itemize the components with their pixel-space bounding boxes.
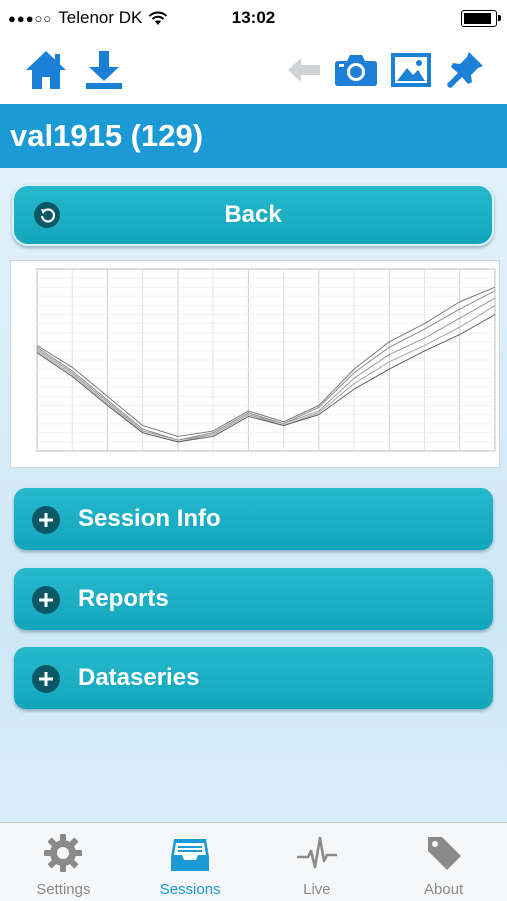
section-label: Session Info: [78, 505, 221, 532]
plus-icon: [32, 665, 60, 693]
download-icon[interactable]: [80, 46, 128, 94]
section-reports[interactable]: Reports: [14, 568, 493, 630]
carrier-label: Telenor DK: [58, 8, 143, 27]
pin-icon[interactable]: [441, 46, 489, 94]
camera-icon[interactable]: [332, 46, 380, 94]
session-chart: [10, 260, 500, 468]
wifi-icon: [149, 11, 168, 25]
section-session-info[interactable]: Session Info: [14, 488, 493, 550]
section-label: Dataseries: [78, 664, 200, 691]
chart-series-line: [36, 286, 496, 437]
signal-dots-icon: ●●●○○: [8, 10, 53, 26]
chart-series-line: [36, 290, 496, 441]
status-left: ●●●○○ Telenor DK: [0, 8, 168, 28]
image-icon[interactable]: [387, 46, 435, 94]
tab-about[interactable]: About: [380, 823, 507, 901]
section-dataseries[interactable]: Dataseries: [14, 647, 493, 709]
toolbar: [0, 36, 507, 104]
pulse-icon: [295, 831, 339, 875]
tab-label: Settings: [36, 881, 91, 898]
back-button[interactable]: Back: [12, 184, 494, 246]
back-arrow-icon[interactable]: [280, 46, 328, 94]
status-bar: ●●●○○ Telenor DK 13:02: [0, 0, 507, 36]
plus-icon: [32, 586, 60, 614]
tag-icon: [422, 831, 466, 875]
tab-label: Live: [303, 881, 331, 898]
tab-sessions[interactable]: Sessions: [127, 823, 254, 901]
chart-svg: [36, 268, 496, 452]
section-label: Reports: [78, 585, 169, 612]
tab-bar: Settings Sessions Live About: [0, 822, 507, 901]
back-button-label: Back: [224, 201, 282, 228]
battery-icon: [461, 9, 501, 27]
inbox-icon: [168, 831, 212, 875]
plus-icon: [32, 506, 60, 534]
tab-label: About: [424, 881, 464, 898]
tab-settings[interactable]: Settings: [0, 823, 127, 901]
page-title: val1915 (129): [0, 104, 507, 168]
tab-live[interactable]: Live: [254, 823, 381, 901]
tab-label: Sessions: [159, 881, 221, 898]
back-circle-icon: [34, 202, 60, 228]
home-icon[interactable]: [22, 46, 70, 94]
gear-icon: [41, 831, 85, 875]
